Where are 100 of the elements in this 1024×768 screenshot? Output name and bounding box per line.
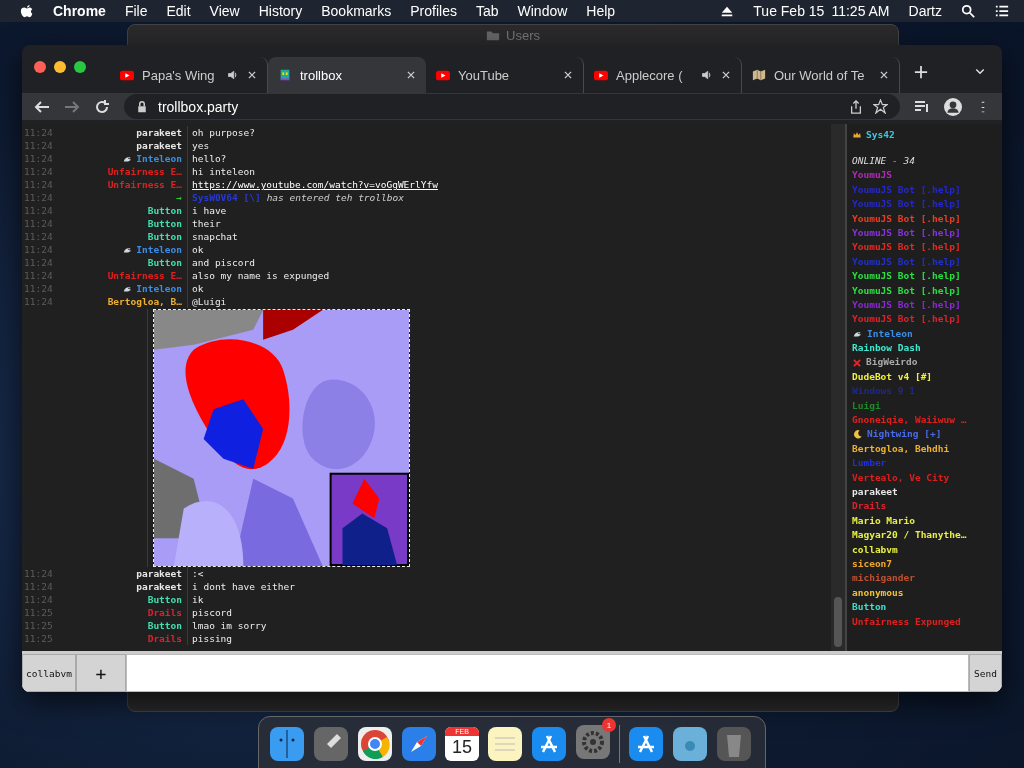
menu-item[interactable]: Profiles bbox=[410, 3, 457, 19]
message-author[interactable]: → bbox=[176, 191, 182, 204]
user-name[interactable]: Magyar20 / Thanythe… bbox=[852, 528, 967, 543]
eject-icon bbox=[720, 4, 735, 18]
menu-item[interactable]: History bbox=[258, 3, 303, 19]
trash-icon[interactable] bbox=[716, 726, 752, 762]
user-name[interactable]: YoumuJS Bot [.help] bbox=[852, 269, 961, 284]
message-author[interactable]: Button bbox=[147, 230, 182, 243]
message-author[interactable]: parakeet bbox=[136, 567, 182, 580]
user-name[interactable]: YoumuJS Bot [.help] bbox=[852, 312, 961, 327]
pixel-creature-icon bbox=[278, 68, 292, 82]
message-author[interactable]: Inteleon bbox=[136, 152, 182, 165]
menu-item[interactable]: View bbox=[209, 3, 240, 19]
user-name[interactable]: YoumuJS Bot [.help] bbox=[852, 240, 961, 255]
user-name[interactable]: Drails bbox=[852, 499, 887, 514]
menu-item[interactable]: Bookmarks bbox=[321, 3, 392, 19]
user-name[interactable]: Luigi bbox=[852, 398, 881, 414]
channel-button[interactable]: collabvm bbox=[22, 654, 76, 692]
finder-face-icon[interactable] bbox=[269, 726, 305, 762]
user-name[interactable]: Rainbow Dash bbox=[852, 341, 921, 356]
user-name[interactable]: Button bbox=[852, 600, 887, 615]
message-text: ik bbox=[191, 593, 204, 606]
message-time: 11:24 bbox=[23, 295, 54, 308]
browser-tab[interactable]: trollbox bbox=[268, 57, 426, 93]
app-menu[interactable]: Chrome bbox=[53, 3, 106, 19]
user-name[interactable]: Bertogloa, Behdhi bbox=[852, 441, 950, 457]
user-name[interactable]: Inteleon bbox=[867, 326, 913, 342]
app-store-icon[interactable] bbox=[531, 726, 567, 762]
message-time: 11:24 bbox=[23, 126, 54, 139]
message-time: 11:24 bbox=[23, 165, 54, 178]
user-name[interactable]: anonymous bbox=[852, 585, 904, 601]
user-name[interactable]: parakeet bbox=[852, 485, 898, 500]
close-icon bbox=[721, 70, 731, 80]
scrollbar[interactable] bbox=[831, 124, 845, 651]
add-button[interactable]: + bbox=[76, 654, 126, 692]
message-time: 11:24 bbox=[23, 139, 54, 152]
message-author[interactable]: Button bbox=[147, 593, 182, 606]
message-author[interactable]: Inteleon bbox=[136, 282, 182, 295]
message-time: 11:24 bbox=[23, 230, 54, 243]
user-name[interactable]: DudeBot v4 [#] bbox=[852, 369, 933, 385]
chrome-icon[interactable] bbox=[357, 726, 393, 762]
message-author[interactable]: parakeet bbox=[136, 126, 182, 139]
user-name[interactable]: Unfairness Expunged bbox=[852, 614, 961, 629]
message-author[interactable]: parakeet bbox=[136, 580, 182, 593]
message-text: yes bbox=[191, 139, 210, 152]
message-text: oh purpose? bbox=[191, 126, 255, 139]
minimize-button[interactable] bbox=[54, 61, 66, 73]
scrollbar-thumb[interactable] bbox=[834, 597, 842, 647]
user-name[interactable]: collabvm bbox=[852, 542, 898, 557]
user-name[interactable]: Gnoneiqie, Waiiwuw … bbox=[852, 413, 967, 428]
message-time: 11:24 bbox=[23, 178, 54, 191]
user-name[interactable]: YoumuJS Bot [.help] bbox=[852, 211, 961, 226]
speaker-icon[interactable] bbox=[701, 69, 713, 81]
address-bar[interactable]: trollbox.party bbox=[124, 94, 900, 119]
message-text: lmao im sorry bbox=[191, 619, 267, 632]
menu-item[interactable]: Edit bbox=[166, 3, 191, 19]
message-text: i dont have either bbox=[191, 580, 295, 593]
message-link[interactable]: https://www.youtube.com/watch?v=voGgWErlYfw bbox=[192, 179, 438, 190]
user-name[interactable]: BigWeirdo bbox=[866, 355, 918, 370]
search-icon bbox=[961, 4, 975, 18]
moon-icon bbox=[852, 429, 863, 441]
message-author[interactable]: Bertogloa, B… bbox=[107, 295, 182, 308]
message-time: 11:24 bbox=[23, 282, 54, 295]
message-author[interactable]: parakeet bbox=[136, 139, 182, 152]
close-button[interactable] bbox=[34, 61, 46, 73]
play-icon bbox=[120, 68, 134, 82]
user-name[interactable]: YoumuJS Bot [.help] bbox=[852, 283, 961, 298]
menu-item[interactable]: Help bbox=[586, 3, 616, 19]
reload-icon bbox=[94, 98, 110, 115]
user-name[interactable]: Nightwing [+] bbox=[867, 427, 942, 442]
menu-item[interactable]: Window bbox=[517, 3, 568, 19]
message-author[interactable]: Button bbox=[147, 217, 182, 230]
menu-item[interactable]: File bbox=[124, 3, 148, 19]
lock-icon bbox=[136, 100, 148, 113]
message-author[interactable]: Button bbox=[147, 256, 182, 269]
menu-item[interactable]: Tab bbox=[475, 3, 499, 19]
user-name[interactable]: Mario Mario bbox=[852, 513, 915, 529]
compass-icon[interactable] bbox=[401, 726, 437, 762]
user-name[interactable]: Dartz bbox=[908, 3, 942, 19]
message-text: :< bbox=[191, 567, 204, 580]
message-author[interactable]: Button bbox=[147, 619, 182, 632]
notification-badge: 1 bbox=[602, 718, 616, 732]
user-name[interactable]: siceon7 bbox=[852, 556, 893, 572]
zoom-button[interactable] bbox=[74, 61, 86, 73]
user-name[interactable]: Sys42 bbox=[866, 128, 895, 143]
message-time: 11:25 bbox=[23, 619, 54, 632]
message-field[interactable] bbox=[126, 654, 969, 692]
map-icon bbox=[752, 68, 766, 82]
gear-icon[interactable] bbox=[575, 724, 611, 760]
message-text: hello? bbox=[191, 152, 227, 165]
back-icon bbox=[34, 98, 50, 115]
send-button[interactable]: Send bbox=[969, 654, 1002, 692]
message-author[interactable]: Inteleon bbox=[136, 243, 182, 256]
message-author[interactable]: Button bbox=[147, 204, 182, 217]
app-store-icon[interactable] bbox=[628, 726, 664, 762]
message-text: also my name is expunged bbox=[191, 269, 330, 282]
user-name[interactable]: michigander bbox=[852, 571, 915, 586]
crown-icon bbox=[852, 130, 862, 141]
speaker-icon[interactable] bbox=[227, 69, 239, 81]
notepad-icon[interactable] bbox=[487, 726, 523, 762]
